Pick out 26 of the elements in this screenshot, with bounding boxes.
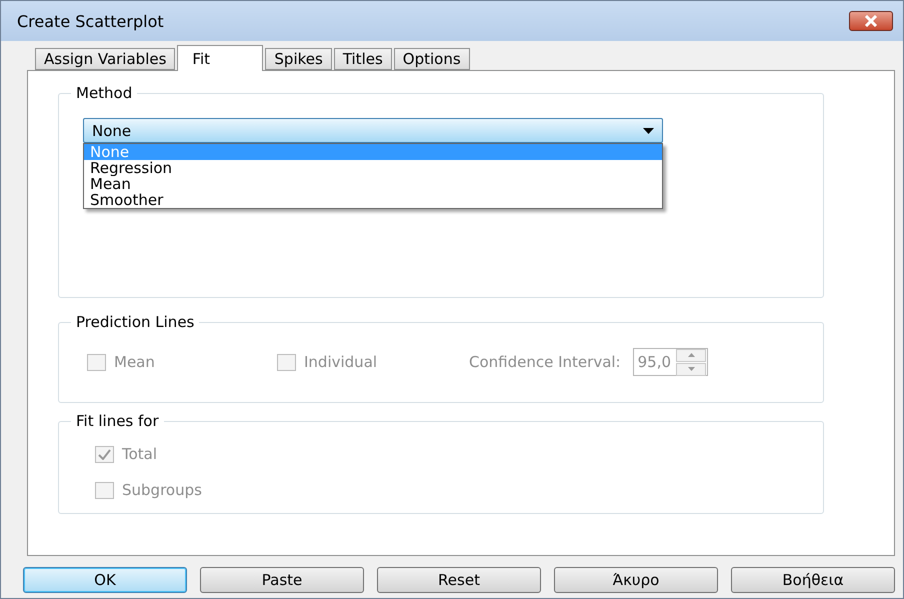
dialog-button[interactable]: Paste [200,567,364,593]
dropdown-value: None [92,122,132,140]
checkbox-label: Mean [114,353,155,371]
dialog-button[interactable]: Reset [377,567,541,593]
tab[interactable]: Spikes [265,48,332,70]
tab[interactable]: Fit [177,45,264,71]
tab[interactable]: Assign Variables [35,48,176,70]
tab[interactable]: Titles [334,48,392,70]
dropdown-option[interactable]: Regression [84,160,662,176]
dialog-button[interactable]: Βοήθεια [731,567,895,593]
dialog-button[interactable]: OK [23,567,187,593]
dropdown-option[interactable]: Smoother [84,192,662,208]
checkmark-icon [98,448,111,460]
confidence-label: Confidence Interval: [469,353,621,371]
window-title: Create Scatterplot [17,12,164,30]
method-dropdown[interactable]: None [83,118,663,143]
tab[interactable]: Options [394,48,470,70]
dialog-button[interactable]: Άκυρο [554,567,718,593]
spinner-value: 95,0 [636,353,672,371]
checkbox-label: Individual [304,353,378,371]
caret-icon [643,128,654,134]
close-button[interactable] [849,11,893,31]
checkbox-label: Total [122,445,158,463]
checkbox-label: Subgroups [122,481,202,499]
dropdown-option[interactable]: Mean [84,176,662,192]
close-icon [863,15,879,27]
